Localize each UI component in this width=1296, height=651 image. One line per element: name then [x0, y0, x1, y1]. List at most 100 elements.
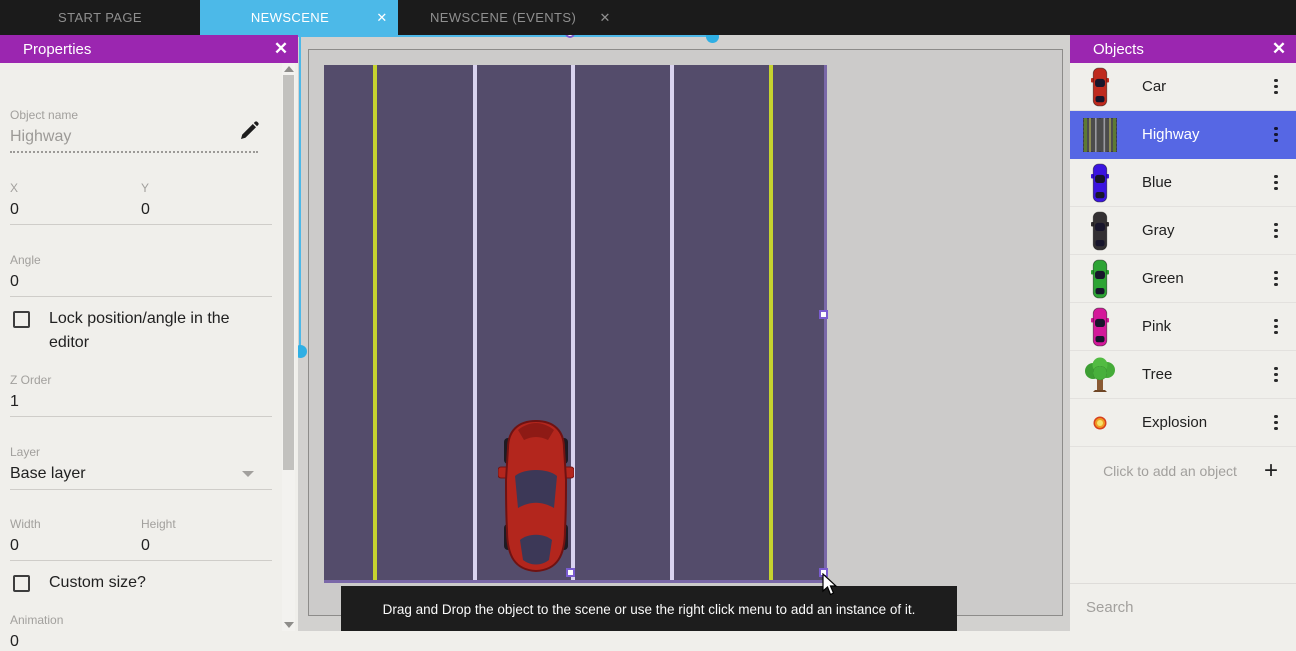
- scroll-up-icon[interactable]: [284, 66, 294, 72]
- car-icon: [1080, 161, 1120, 205]
- object-name-label: Object name: [10, 108, 78, 122]
- object-name: Blue: [1142, 174, 1266, 191]
- y-field[interactable]: [141, 201, 251, 219]
- x-label: X: [10, 181, 18, 195]
- width-label: Width: [10, 517, 41, 531]
- tooltip-text: Drag and Drop the object to the scene or…: [383, 602, 916, 617]
- height-field[interactable]: [141, 537, 251, 555]
- road-yellow-line: [373, 65, 377, 580]
- height-label: Height: [141, 517, 176, 531]
- properties-header: Properties ✕: [0, 35, 298, 63]
- field-underline: [10, 560, 272, 561]
- selection-corner-handle[interactable]: [706, 35, 719, 43]
- object-row-car[interactable]: Car: [1070, 63, 1296, 111]
- tab-label: NEWSCENE (EVENTS): [412, 10, 594, 25]
- z-order-label: Z Order: [10, 373, 51, 387]
- car-icon: [1080, 65, 1120, 109]
- edit-pencil-icon[interactable]: [239, 121, 259, 141]
- object-row-tree[interactable]: Tree: [1070, 351, 1296, 399]
- road-white-line: [473, 65, 477, 580]
- car-icon: [1080, 257, 1120, 301]
- scene-window-frame: [308, 49, 1063, 616]
- close-tab-icon[interactable]: ✕: [594, 10, 620, 26]
- object-name: Gray: [1142, 222, 1266, 239]
- add-object-row[interactable]: Click to add an object +: [1070, 447, 1296, 495]
- object-name-field[interactable]: [10, 128, 230, 146]
- layer-label: Layer: [10, 445, 40, 459]
- close-panel-icon[interactable]: ✕: [264, 39, 298, 59]
- explosion-icon: [1080, 401, 1120, 445]
- animation-field[interactable]: [10, 633, 120, 651]
- field-underline: [10, 224, 272, 225]
- chevron-down-icon[interactable]: [242, 471, 254, 477]
- car-icon: [1080, 209, 1120, 253]
- field-underline: [10, 151, 258, 153]
- kebab-menu-icon[interactable]: [1266, 411, 1286, 435]
- objects-search-row: [1070, 583, 1296, 631]
- field-underline: [10, 489, 272, 490]
- plus-icon[interactable]: +: [1260, 457, 1282, 485]
- objects-list: Car Highway Blue Gray: [1070, 63, 1296, 495]
- kebab-menu-icon[interactable]: [1266, 363, 1286, 387]
- custom-size-label: Custom size?: [49, 571, 146, 595]
- resize-handle-right[interactable]: [819, 310, 828, 319]
- custom-size-checkbox[interactable]: [13, 575, 30, 592]
- kebab-menu-icon[interactable]: [1266, 123, 1286, 147]
- close-tab-icon[interactable]: ✕: [372, 10, 398, 26]
- field-underline: [10, 416, 272, 417]
- tab-newscene-events[interactable]: NEWSCENE (EVENTS) ✕: [398, 0, 620, 35]
- animation-label: Animation: [10, 613, 63, 627]
- selection-top-edge: [298, 35, 714, 37]
- field-underline: [10, 296, 272, 297]
- object-row-blue[interactable]: Blue: [1070, 159, 1296, 207]
- road-white-line: [670, 65, 674, 580]
- angle-field[interactable]: [10, 273, 120, 291]
- object-name: Green: [1142, 270, 1266, 287]
- width-field[interactable]: [10, 537, 120, 555]
- tab-start-page[interactable]: START PAGE: [0, 0, 200, 35]
- scene-editor-canvas[interactable]: Drag and Drop the object to the scene or…: [298, 35, 1070, 631]
- mouse-cursor: [822, 573, 838, 596]
- object-name: Pink: [1142, 318, 1266, 335]
- properties-scrollbar[interactable]: [282, 63, 295, 631]
- z-order-field[interactable]: [10, 393, 120, 411]
- object-row-green[interactable]: Green: [1070, 255, 1296, 303]
- tree-icon: [1080, 353, 1120, 397]
- editor-tab-bar: START PAGE NEWSCENE ✕ NEWSCENE (EVENTS) …: [0, 0, 1296, 35]
- scroll-down-icon[interactable]: [284, 622, 294, 628]
- properties-form: Object name X Y Angle Lock position/angl…: [0, 63, 282, 631]
- object-row-highway[interactable]: Highway: [1070, 111, 1296, 159]
- object-row-pink[interactable]: Pink: [1070, 303, 1296, 351]
- car-instance[interactable]: [498, 418, 574, 574]
- kebab-menu-icon[interactable]: [1266, 219, 1286, 243]
- resize-handle-bottom[interactable]: [566, 568, 575, 577]
- lock-position-checkbox[interactable]: [13, 311, 30, 328]
- selection-corner-handle[interactable]: [298, 345, 307, 358]
- object-name: Explosion: [1142, 414, 1266, 431]
- lock-position-label: Lock position/angle in the editor: [49, 307, 259, 355]
- add-object-label: Click to add an object: [1080, 463, 1260, 479]
- drag-drop-tooltip: Drag and Drop the object to the scene or…: [341, 586, 957, 631]
- road-yellow-line: [769, 65, 773, 580]
- highway-icon: [1080, 113, 1120, 157]
- objects-panel: Objects ✕ Car Highway Blue: [1070, 35, 1296, 631]
- x-field[interactable]: [10, 201, 120, 219]
- kebab-menu-icon[interactable]: [1266, 267, 1286, 291]
- car-icon: [1080, 305, 1120, 349]
- tab-label: START PAGE: [40, 10, 160, 25]
- search-input[interactable]: [1086, 599, 1285, 616]
- highway-instance[interactable]: [324, 65, 827, 583]
- kebab-menu-icon[interactable]: [1266, 315, 1286, 339]
- tab-newscene[interactable]: NEWSCENE ✕: [200, 0, 398, 35]
- object-row-explosion[interactable]: Explosion: [1070, 399, 1296, 447]
- kebab-menu-icon[interactable]: [1266, 171, 1286, 195]
- scrollbar-thumb[interactable]: [283, 75, 294, 470]
- object-name: Highway: [1142, 126, 1266, 143]
- close-panel-icon[interactable]: ✕: [1262, 39, 1296, 59]
- kebab-menu-icon[interactable]: [1266, 75, 1286, 99]
- selection-edge-handle[interactable]: [565, 35, 575, 38]
- layer-select[interactable]: [10, 465, 210, 483]
- tab-label: NEWSCENE: [200, 10, 372, 25]
- object-row-gray[interactable]: Gray: [1070, 207, 1296, 255]
- objects-title: Objects: [1070, 41, 1262, 58]
